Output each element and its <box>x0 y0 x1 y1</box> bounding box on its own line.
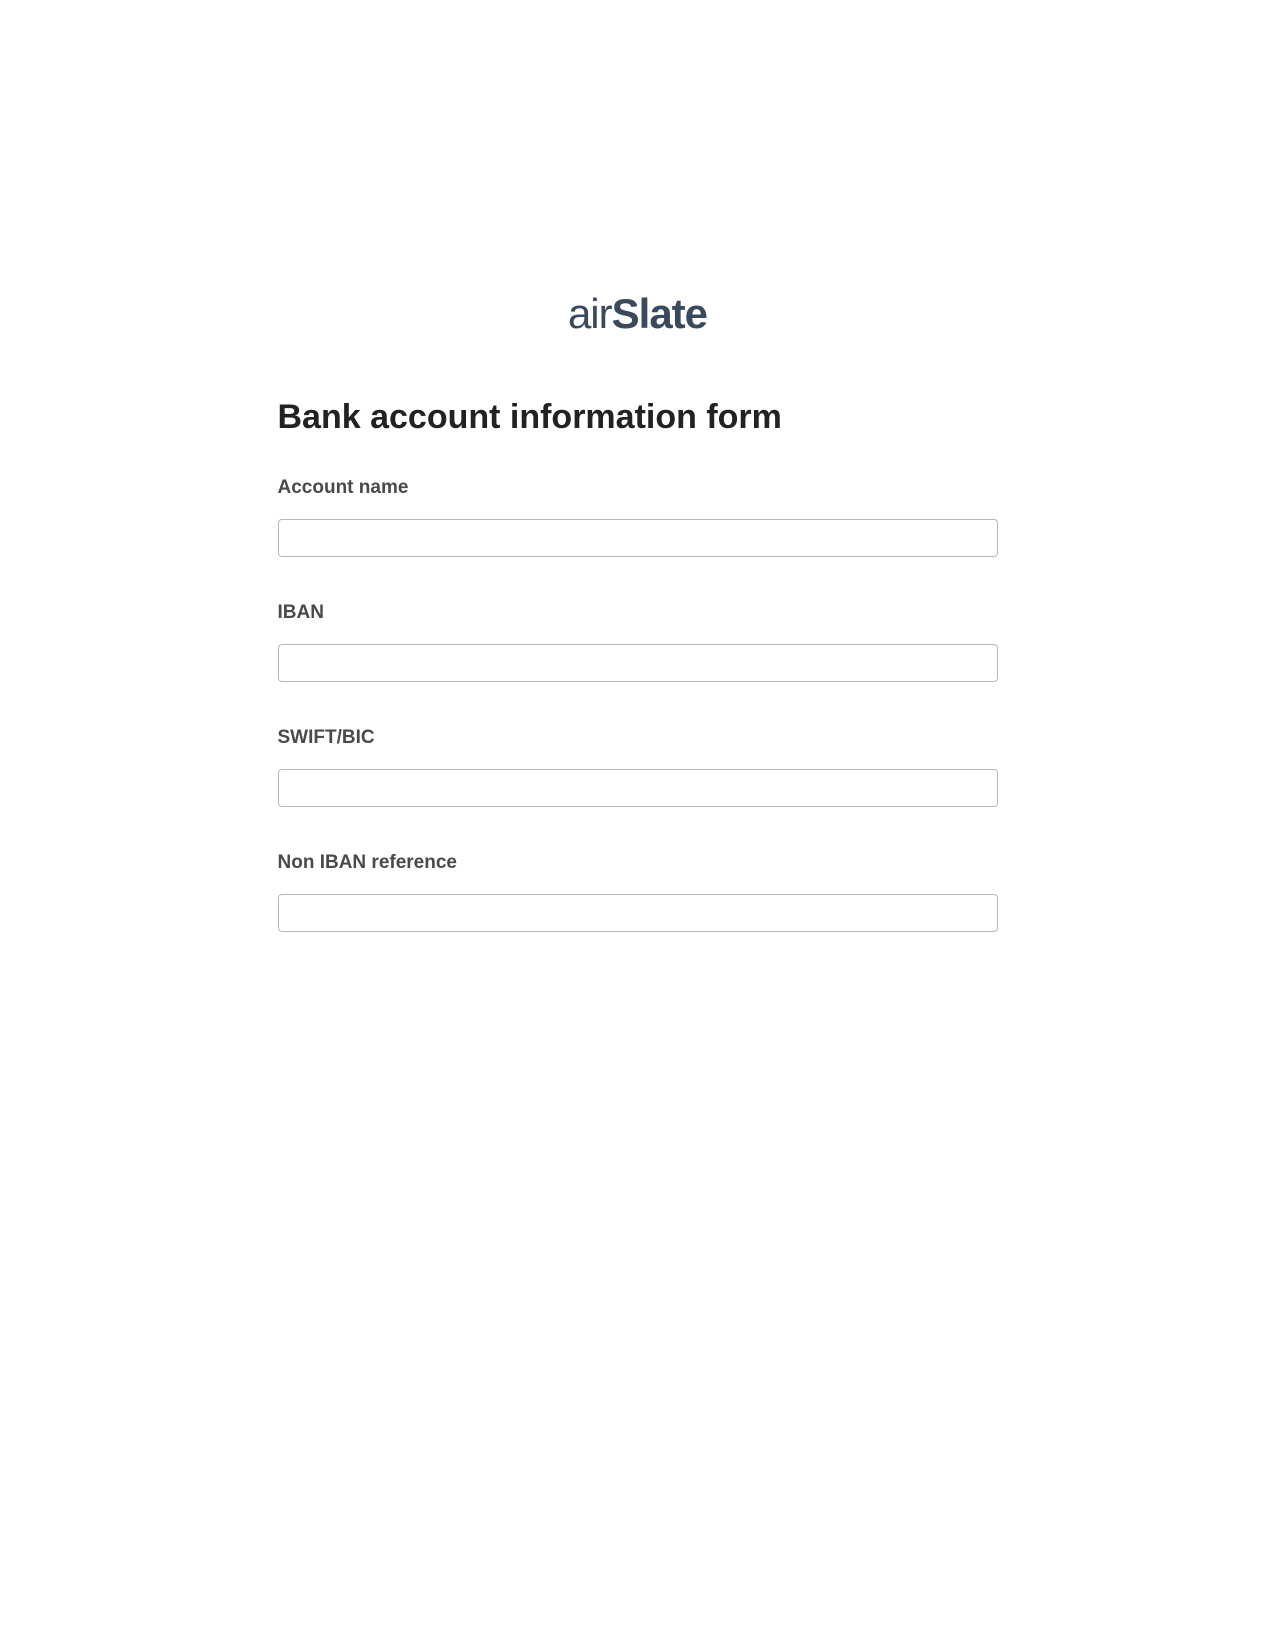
input-account-name[interactable] <box>278 519 998 557</box>
label-non-iban-reference: Non IBAN reference <box>278 852 998 874</box>
form-title: Bank account information form <box>278 398 998 437</box>
logo-suffix: Slate <box>612 290 707 337</box>
input-non-iban-reference[interactable] <box>278 894 998 932</box>
logo-prefix: air <box>568 290 612 337</box>
form-group-iban: IBAN <box>278 602 998 682</box>
form-group-swift-bic: SWIFT/BIC <box>278 727 998 807</box>
form-container: airSlate Bank account information form A… <box>278 290 998 932</box>
logo-text: airSlate <box>568 290 707 337</box>
label-swift-bic: SWIFT/BIC <box>278 727 998 749</box>
label-iban: IBAN <box>278 602 998 624</box>
input-iban[interactable] <box>278 644 998 682</box>
form-group-account-name: Account name <box>278 477 998 557</box>
label-account-name: Account name <box>278 477 998 499</box>
form-group-non-iban-reference: Non IBAN reference <box>278 852 998 932</box>
logo: airSlate <box>278 290 998 338</box>
input-swift-bic[interactable] <box>278 769 998 807</box>
